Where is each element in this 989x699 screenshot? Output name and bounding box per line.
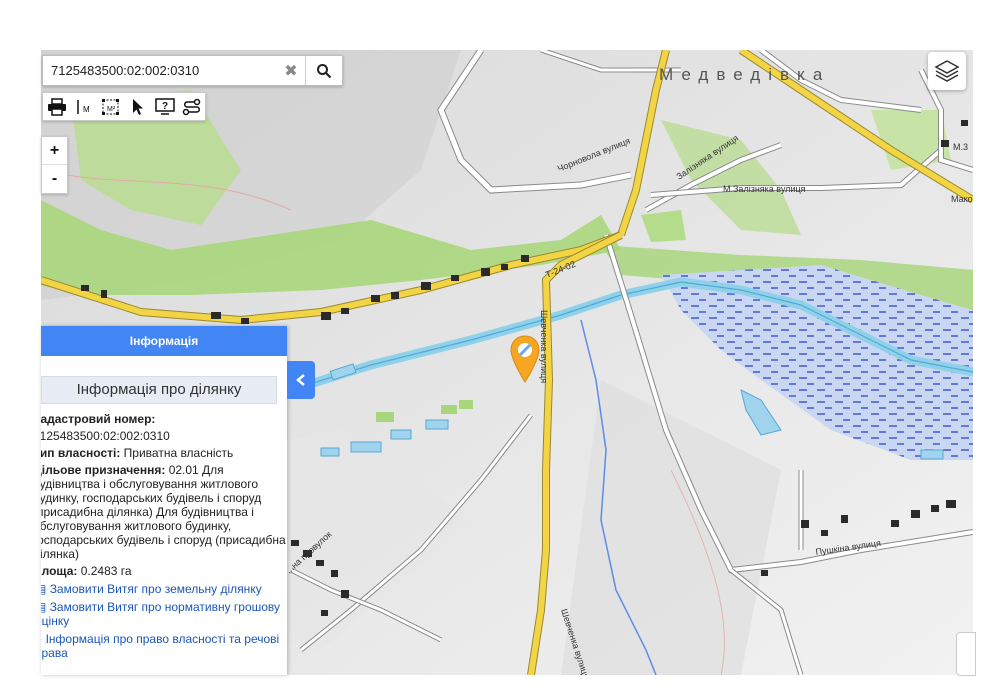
measure-area-button[interactable]: M² (99, 96, 123, 118)
purpose-value: 02.01 Для будівництва і обслуговування ж… (41, 463, 286, 561)
ownership-rights-text: Інформація про право власності та речові… (41, 632, 280, 660)
info-panel-header: Інформація (41, 326, 287, 356)
area-square-icon: M² (101, 98, 119, 115)
ruler-line-icon: M (76, 99, 90, 114)
order-valuation-extract-link[interactable]: ▤ Замовити Витяг про нормативну грошову … (41, 600, 287, 628)
help-monitor-icon: ? (154, 97, 175, 115)
parcel-info-body: Кадастровий номер: 7125483500:02:002:031… (41, 412, 287, 578)
print-button[interactable] (45, 96, 69, 118)
help-button[interactable]: ? (153, 96, 177, 118)
collapse-panel-button[interactable] (287, 361, 315, 399)
cadastral-search-input[interactable] (43, 57, 277, 84)
order-valuation-extract-text: Замовити Витяг про нормативну грошову оц… (41, 600, 281, 628)
street-mako: Мако (951, 194, 973, 204)
svg-text:M²: M² (107, 106, 116, 113)
ownership-rights-link[interactable]: ● Інформація про право власності та речо… (41, 632, 287, 660)
chevron-left-icon (296, 374, 305, 386)
document-icon: ▤ (41, 600, 46, 614)
info-panel: Інформація Інформація про ділянку Кадаст… (41, 326, 287, 675)
order-parcel-extract-link[interactable]: ▤ Замовити Витяг про земельну ділянку (41, 582, 287, 596)
printer-icon (47, 97, 66, 116)
info-icon: ● (41, 632, 42, 646)
cadastral-number-value: 7125483500:02:002:0310 (41, 429, 170, 443)
map-toolbar: M M² ? (42, 92, 206, 121)
document-icon: ▤ (41, 582, 46, 596)
cadastral-number-label: Кадастровий номер: (41, 412, 156, 426)
parcel-info-subheader: Інформація про ділянку (41, 376, 277, 404)
zoom-out-button[interactable]: - (42, 164, 67, 192)
cursor-arrow-icon (132, 98, 143, 115)
route-icon (182, 98, 200, 115)
clear-icon[interactable]: ✖ (277, 61, 305, 81)
map-corner-control[interactable] (956, 632, 976, 676)
ownership-value: Приватна власність (123, 446, 234, 460)
area-label: Площа: (41, 564, 78, 578)
street-m3: М.3 (953, 142, 968, 152)
order-parcel-extract-text: Замовити Витяг про земельну ділянку (49, 582, 262, 596)
search-icon (317, 63, 332, 78)
zoom-in-button[interactable]: + (42, 137, 67, 164)
area-value: 0.2483 га (80, 564, 132, 578)
ownership-label: Тип власності: (41, 446, 121, 460)
measure-distance-button[interactable]: M (72, 96, 96, 118)
town-label: Медведівка (659, 65, 830, 84)
search-button[interactable] (305, 56, 342, 85)
map-pin-icon (510, 335, 540, 383)
select-pointer-button[interactable] (126, 96, 150, 118)
svg-text:M: M (83, 105, 90, 114)
street-m-zaliznyaka: М.Залізняка вулиця (723, 184, 806, 194)
route-button[interactable] (180, 96, 204, 118)
parcel-marker[interactable] (509, 334, 541, 389)
layers-button[interactable] (928, 52, 966, 90)
purpose-label: Цільове призначення: (41, 463, 166, 477)
layers-icon (934, 60, 960, 82)
zoom-control: + - (41, 136, 68, 194)
svg-text:?: ? (162, 101, 168, 112)
cadastral-search-bar: ✖ (42, 55, 343, 86)
